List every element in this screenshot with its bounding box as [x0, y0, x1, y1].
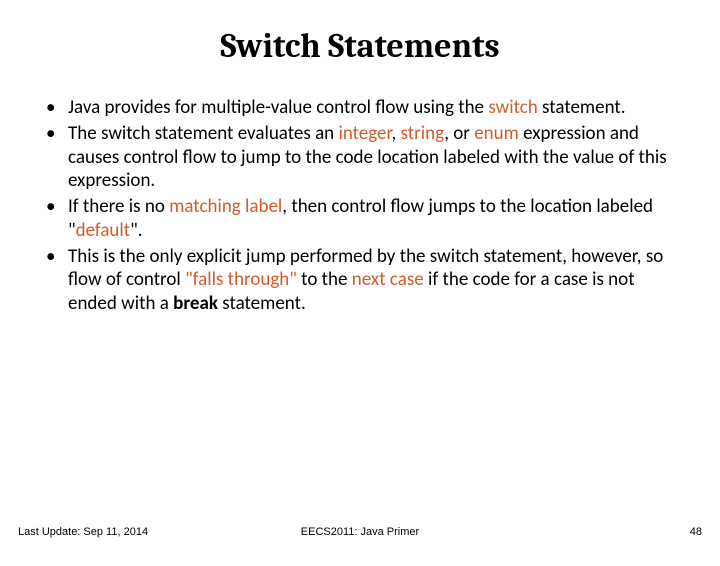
- text: statement.: [218, 292, 306, 315]
- text: ".: [130, 219, 142, 242]
- text: , or: [444, 122, 474, 145]
- text: ,: [391, 122, 400, 145]
- slide-title: Switch Statements: [38, 26, 682, 66]
- highlight-next-case: next case: [352, 268, 424, 291]
- slide-body: Java provides for multiple-value control…: [38, 96, 682, 316]
- highlight-string: string: [401, 122, 445, 145]
- slide-footer: Last Update: Sep 11, 2014 EECS2011: Java…: [0, 526, 720, 546]
- highlight-enum: enum: [474, 122, 519, 145]
- footer-course: EECS2011: Java Primer: [0, 526, 720, 538]
- text: If there is no: [68, 195, 169, 218]
- bullet-3: If there is no matching label, then cont…: [38, 195, 682, 243]
- highlight-falls-through: "falls through": [185, 268, 297, 291]
- highlight-switch: switch: [488, 96, 537, 119]
- text: The switch statement evaluates an: [68, 122, 338, 145]
- slide: Switch Statements Java provides for mult…: [0, 26, 720, 566]
- text: statement.: [538, 96, 626, 119]
- bullet-2: The switch statement evaluates an intege…: [38, 122, 682, 193]
- highlight-default: default: [76, 219, 131, 242]
- bullet-1: Java provides for multiple-value control…: [38, 96, 682, 120]
- bullet-4: This is the only explicit jump performed…: [38, 245, 682, 316]
- bold-break: break: [173, 292, 218, 315]
- slide-number: 48: [690, 526, 702, 538]
- bullet-list: Java provides for multiple-value control…: [38, 96, 682, 316]
- text: Java provides for multiple-value control…: [68, 96, 488, 119]
- highlight-integer: integer: [338, 122, 391, 145]
- text: to the: [297, 268, 352, 291]
- highlight-matching-label: matching label: [169, 195, 282, 218]
